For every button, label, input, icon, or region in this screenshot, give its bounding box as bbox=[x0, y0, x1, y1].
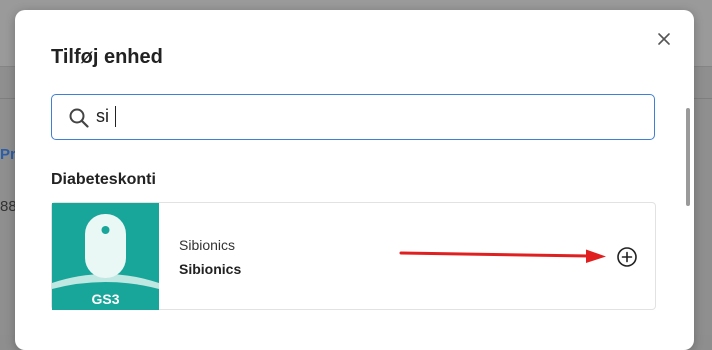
device-brand: Sibionics bbox=[179, 237, 236, 253]
text-caret bbox=[115, 106, 116, 127]
close-icon bbox=[658, 33, 670, 45]
device-thumbnail: GS3 bbox=[52, 203, 159, 310]
device-name: Sibionics bbox=[179, 261, 242, 277]
search-input[interactable] bbox=[96, 95, 636, 138]
background-link: Pr bbox=[0, 146, 16, 163]
add-device-button[interactable] bbox=[615, 245, 639, 269]
search-icon bbox=[69, 108, 89, 128]
device-list-item[interactable]: GS3 Sibionics Sibionics bbox=[51, 202, 656, 310]
dialog-title: Tilføj enhed bbox=[51, 46, 163, 68]
plus-circle-icon bbox=[617, 247, 637, 267]
device-thumbnail-label: GS3 bbox=[91, 291, 119, 307]
scrollbar-thumb[interactable] bbox=[686, 108, 690, 206]
search-field[interactable] bbox=[51, 94, 655, 140]
close-button[interactable] bbox=[654, 29, 674, 49]
section-heading: Diabeteskonti bbox=[51, 171, 156, 188]
add-device-dialog: Tilføj enhed Diabeteskonti GS3 Sibionics… bbox=[15, 10, 694, 350]
